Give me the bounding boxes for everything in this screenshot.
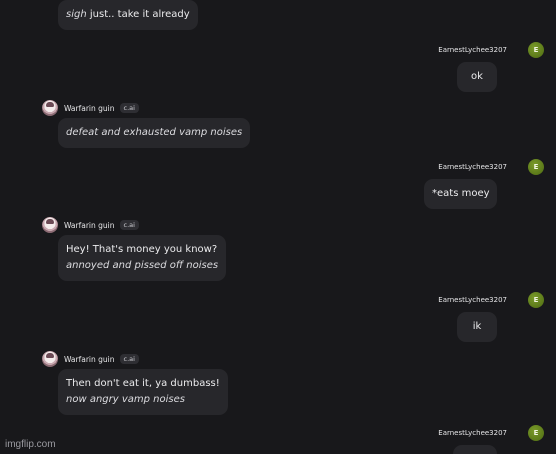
ai-message-header: Warfarin guin c.ai xyxy=(42,351,228,367)
ai-message-bubble: defeat and exhausted vamp noises xyxy=(58,118,251,148)
user-avatar[interactable]: E xyxy=(528,159,544,175)
message-action-text: defeat and exhausted vamp noises xyxy=(66,127,243,138)
cai-badge: c.ai xyxy=(119,220,139,230)
character-avatar[interactable] xyxy=(42,217,58,233)
ai-message-header: Warfarin guin c.ai xyxy=(42,100,250,116)
user-avatar[interactable]: E xyxy=(528,42,544,58)
character-name[interactable]: Warfarin guin xyxy=(64,221,115,230)
user-name[interactable]: EarnestLychee3207 xyxy=(438,163,507,171)
message-text: just.. take it already xyxy=(86,9,190,20)
message-text: Hey! That's money you know? xyxy=(66,244,218,255)
message-action-text: annoyed and pissed off noises xyxy=(66,260,219,271)
user-name[interactable]: EarnestLychee3207 xyxy=(438,46,507,54)
ai-message-bubble: Then don't eat it, ya dumbass! now angry… xyxy=(58,369,228,415)
user-message-bubble: ok xyxy=(457,62,497,92)
character-avatar[interactable] xyxy=(42,351,58,367)
user-message-bubble: *eats moey xyxy=(424,179,497,209)
message-text: ik xyxy=(472,321,482,332)
user-message: EarnestLychee3207 E ok xyxy=(438,42,544,92)
message-text: Then don't eat it, ya dumbass! xyxy=(66,378,220,389)
user-message: EarnestLychee3207 E *eats moey xyxy=(424,159,544,209)
user-message-bubble: ik xyxy=(457,312,497,342)
message-text: *eats moey xyxy=(432,188,490,199)
user-message-header: EarnestLychee3207 E xyxy=(438,42,544,58)
user-avatar[interactable]: E xyxy=(528,425,544,441)
user-message-bubble xyxy=(453,445,497,454)
character-avatar[interactable] xyxy=(42,100,58,116)
ai-message: Warfarin guin c.ai Hey! That's money you… xyxy=(42,217,227,281)
ai-message: sigh just.. take it already xyxy=(42,0,198,30)
ai-message-bubble: sigh just.. take it already xyxy=(58,0,198,30)
user-name[interactable]: EarnestLychee3207 xyxy=(438,296,507,304)
user-message-header: EarnestLychee3207 E xyxy=(438,292,544,308)
character-name[interactable]: Warfarin guin xyxy=(64,355,115,364)
ai-message-bubble: Hey! That's money you know? annoyed and … xyxy=(58,235,227,281)
user-name[interactable]: EarnestLychee3207 xyxy=(438,429,507,437)
imgflip-watermark: imgflip.com xyxy=(5,439,56,450)
message-action-text: sigh xyxy=(66,9,87,20)
user-avatar[interactable]: E xyxy=(528,292,544,308)
ai-message: Warfarin guin c.ai Then don't eat it, ya… xyxy=(42,351,228,415)
message-action-text: now angry vamp noises xyxy=(66,394,185,405)
user-message: EarnestLychee3207 E ik xyxy=(438,292,544,342)
cai-badge: c.ai xyxy=(119,354,139,364)
ai-message-header: Warfarin guin c.ai xyxy=(42,217,226,233)
cai-badge: c.ai xyxy=(119,103,139,113)
user-message-header: EarnestLychee3207 E xyxy=(424,159,544,175)
user-message-header: EarnestLychee3207 E xyxy=(438,425,544,441)
chat-transcript: sigh just.. take it already EarnestLyche… xyxy=(0,0,556,454)
message-text: ok xyxy=(471,71,483,82)
character-name[interactable]: Warfarin guin xyxy=(64,104,115,113)
ai-message: Warfarin guin c.ai defeat and exhausted … xyxy=(42,100,251,148)
user-message: EarnestLychee3207 E xyxy=(438,425,544,454)
